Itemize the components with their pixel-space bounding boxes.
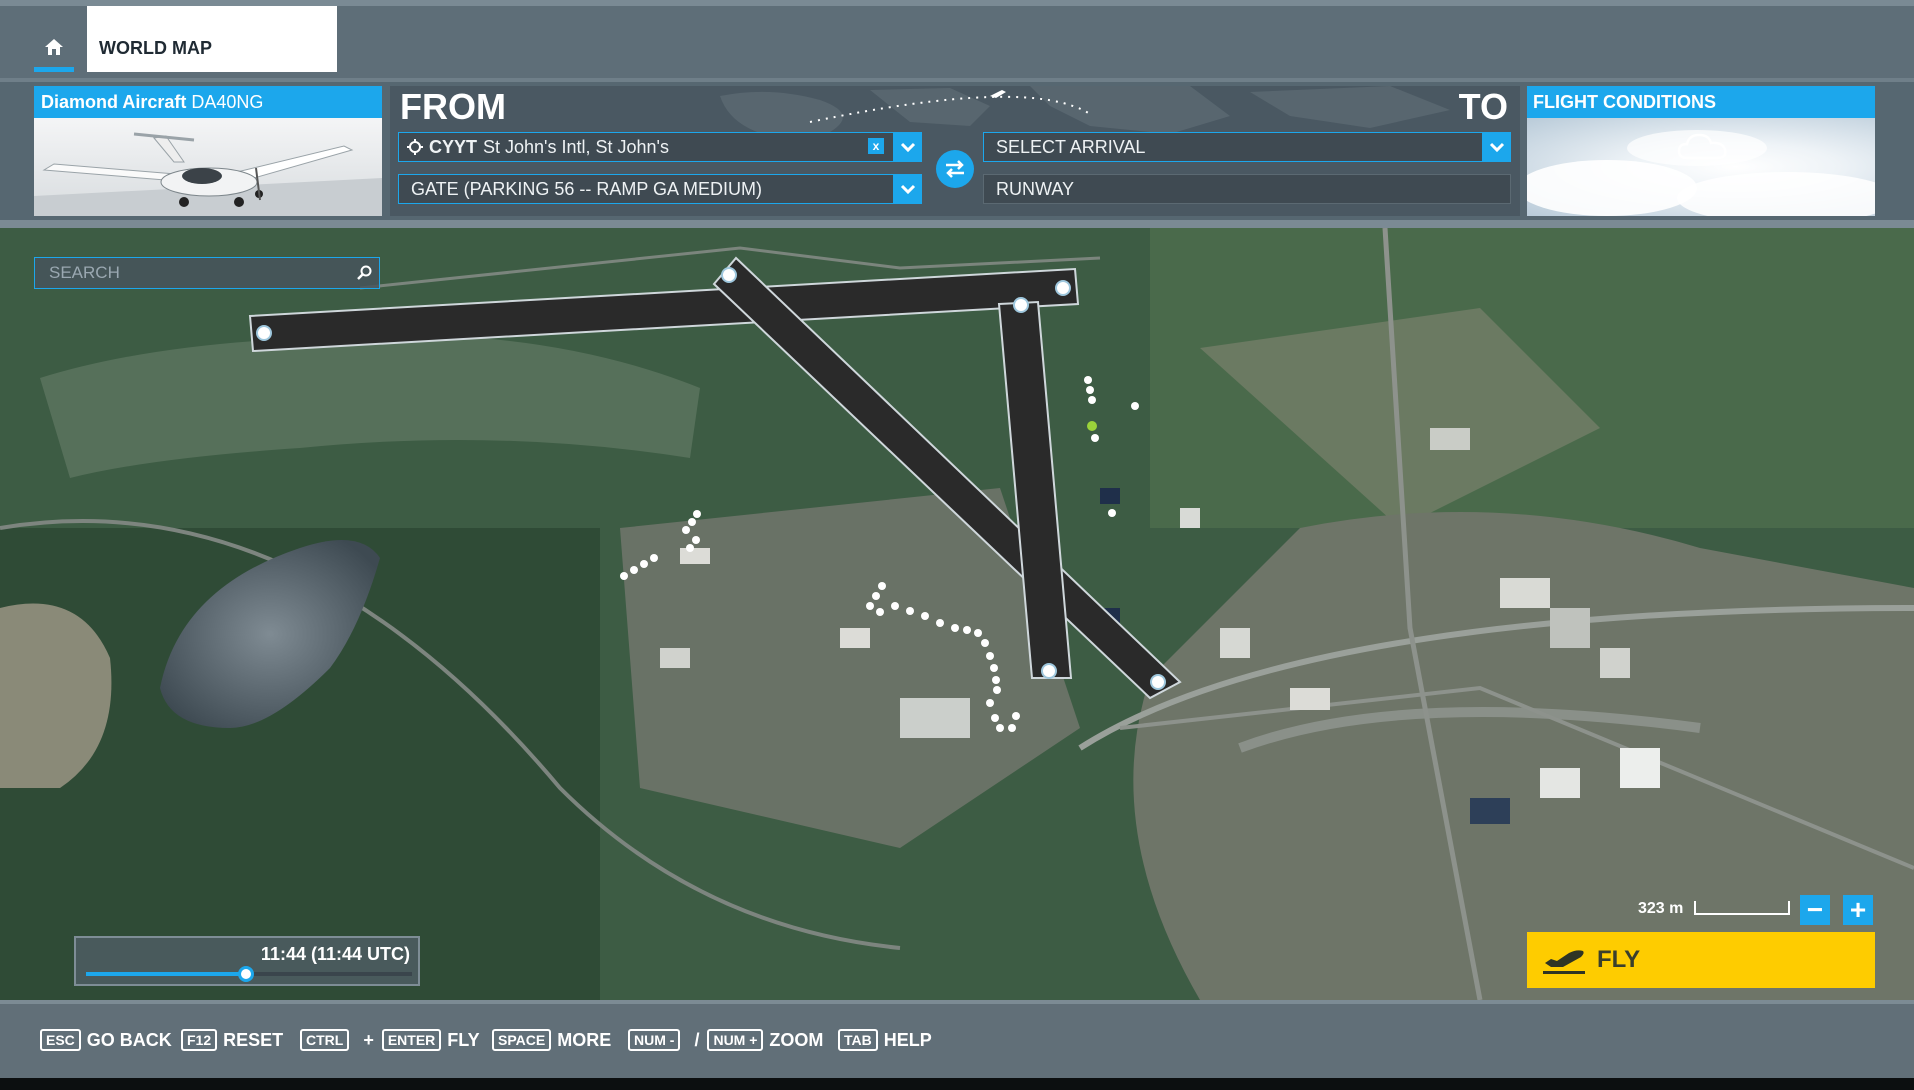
chevron-down-icon xyxy=(1489,142,1505,152)
hint-zoom-join: / xyxy=(694,1029,700,1050)
gate-dropdown-button[interactable] xyxy=(894,174,922,204)
hint-go-back[interactable]: ESC GO BACK xyxy=(40,1028,172,1052)
key-num-plus: NUM + xyxy=(707,1029,764,1051)
fly-label: FLY xyxy=(1597,946,1641,973)
key-tab: TAB xyxy=(838,1029,878,1051)
key-esc: ESC xyxy=(40,1029,81,1051)
departure-airport-field[interactable]: CYYT St John's Intl, St John's xyxy=(398,132,894,162)
arrival-runway-field[interactable]: RUNWAY xyxy=(983,174,1511,204)
map-search-input[interactable] xyxy=(35,258,349,288)
fly-button[interactable]: FLY xyxy=(1527,932,1875,988)
hint-fly-label: FLY xyxy=(447,1029,480,1050)
aircraft-selection-card[interactable]: Diamond Aircraft DA40NG xyxy=(34,86,382,216)
hint-fly-join: + xyxy=(363,1029,374,1050)
hint-zoom[interactable]: NUM - / NUM + ZOOM xyxy=(628,1028,823,1052)
airplane-takeoff-icon xyxy=(1541,945,1587,975)
map-scale-bar xyxy=(1694,901,1790,915)
hint-fly[interactable]: CTRL + ENTER FLY xyxy=(300,1028,480,1052)
time-label: 11:44 (11:44 UTC) xyxy=(260,944,410,964)
hint-go-back-label: GO BACK xyxy=(86,1029,172,1050)
departure-dropdown-button[interactable] xyxy=(894,132,922,162)
map-scale-label: 323 m xyxy=(1638,900,1684,917)
world-map-tab[interactable]: WORLD MAP xyxy=(87,6,337,72)
key-num-minus: NUM - xyxy=(628,1029,681,1051)
time-of-day-panel: 11:44 (11:44 UTC) xyxy=(74,936,420,986)
map-search-box xyxy=(34,257,380,289)
home-icon xyxy=(44,37,64,62)
departure-code: CYYT xyxy=(429,136,478,157)
hint-help-label: HELP xyxy=(883,1029,932,1050)
zoom-in-button[interactable]: + xyxy=(1843,895,1873,925)
chevron-down-icon xyxy=(900,142,916,152)
route-panel: FROM TO CYYT St John's Intl, St John's x… xyxy=(390,86,1520,216)
aircraft-title: Diamond Aircraft DA40NG xyxy=(34,86,382,118)
key-f12: F12 xyxy=(181,1029,218,1051)
swap-route-button[interactable] xyxy=(936,150,974,188)
hint-more-label: MORE xyxy=(557,1029,612,1050)
departure-name: St John's Intl, St John's xyxy=(483,136,669,157)
home-tab[interactable] xyxy=(34,32,74,72)
flight-conditions-title: FLIGHT CONDITIONS xyxy=(1527,86,1875,118)
hint-more[interactable]: SPACE MORE xyxy=(492,1028,611,1052)
footer-edge xyxy=(0,1078,1914,1090)
key-enter: ENTER xyxy=(381,1029,442,1051)
satellite-map xyxy=(0,228,1914,1000)
aircraft-model: DA40NG xyxy=(191,92,264,112)
from-label: FROM xyxy=(400,86,506,127)
departure-gate-field[interactable]: GATE (PARKING 56 -- RAMP GA MEDIUM) xyxy=(398,174,894,204)
arrival-airport-field[interactable]: SELECT ARRIVAL xyxy=(983,132,1483,162)
weather-image xyxy=(1527,118,1875,216)
hint-help[interactable]: TAB HELP xyxy=(838,1028,932,1052)
flight-conditions-card[interactable]: FLIGHT CONDITIONS xyxy=(1527,86,1875,216)
hint-reset-label: RESET xyxy=(223,1029,284,1050)
aircraft-make: Diamond Aircraft xyxy=(41,92,187,112)
arrival-dropdown-button[interactable] xyxy=(1483,132,1511,162)
aircraft-image xyxy=(34,118,382,216)
chevron-down-icon xyxy=(900,184,916,194)
world-map-view[interactable] xyxy=(0,228,1914,1000)
key-ctrl: CTRL xyxy=(300,1029,350,1051)
key-space: SPACE xyxy=(492,1029,552,1051)
clear-departure-icon[interactable]: x xyxy=(868,138,884,154)
time-slider-fill xyxy=(86,972,246,976)
time-slider-thumb[interactable] xyxy=(237,966,254,982)
zoom-out-button[interactable]: − xyxy=(1800,895,1830,925)
location-target-icon xyxy=(407,139,423,155)
swap-arrows-icon xyxy=(944,159,966,179)
time-slider[interactable] xyxy=(86,966,412,982)
search-icon[interactable] xyxy=(349,258,379,288)
hint-zoom-label: ZOOM xyxy=(769,1029,824,1050)
hint-reset[interactable]: F12 RESET xyxy=(181,1028,283,1052)
cloud-icon xyxy=(1677,132,1729,162)
footer-hint-bar xyxy=(0,1000,1914,1080)
to-label: TO xyxy=(1458,86,1508,127)
